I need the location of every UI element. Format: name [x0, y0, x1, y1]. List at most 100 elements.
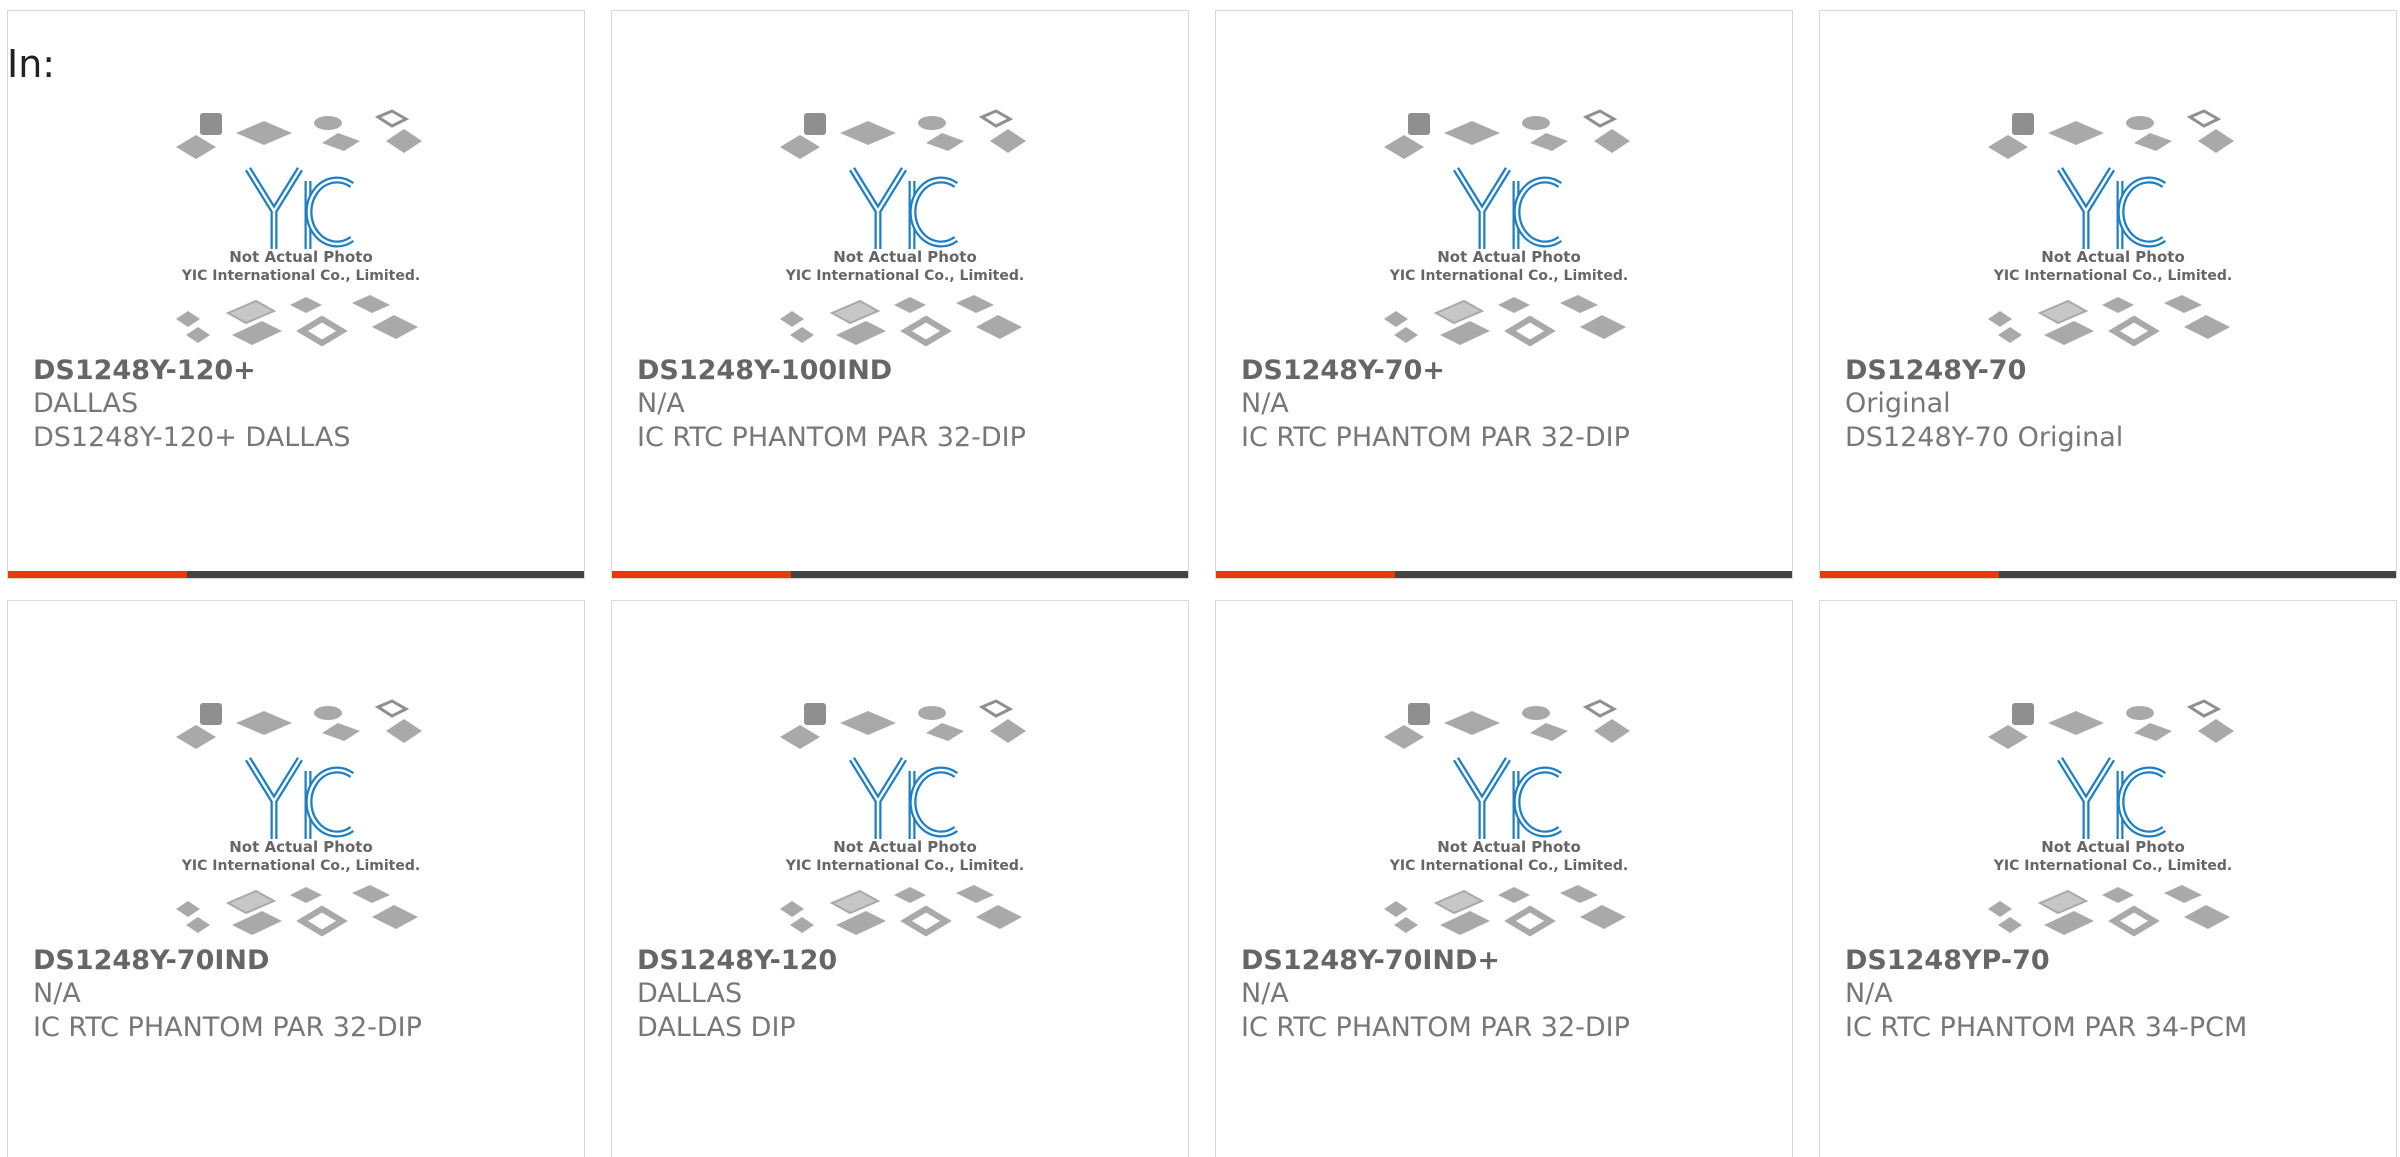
- product-card[interactable]: Not Actual Photo YIC International Co., L…: [611, 10, 1189, 579]
- not-actual-photo-label: Not Actual Photo: [1437, 248, 1581, 266]
- chip-icon: [1522, 116, 1550, 130]
- chip-icon: [2164, 885, 2202, 903]
- product-part-number: DS1248Y-70: [1845, 355, 2027, 386]
- chip-icon: [225, 889, 277, 915]
- chip-icon: [894, 887, 926, 903]
- product-card[interactable]: Not Actual Photo YIC International Co., L…: [1819, 600, 2397, 1157]
- chip-icon: [374, 699, 410, 718]
- product-manufacturer: N/A: [33, 978, 81, 1009]
- chip-icon: [1394, 917, 1418, 933]
- yic-logo-c-inner: [307, 768, 353, 836]
- chip-icon: [2037, 299, 2089, 325]
- chip-icon: [790, 917, 814, 933]
- product-card[interactable]: Not Actual Photo YIC International Co., L…: [1819, 10, 2397, 579]
- product-part-number: DS1248Y-120: [637, 945, 838, 976]
- yic-logo-y: [245, 757, 303, 805]
- chip-icon: [1530, 723, 1568, 741]
- chip-icon: [1384, 311, 1408, 327]
- chip-icon: [1560, 885, 1598, 903]
- chip-icon: [1594, 719, 1630, 743]
- product-photo-placeholder: Not Actual Photo YIC International Co., L…: [156, 689, 446, 945]
- chip-icon: [176, 725, 216, 749]
- chip-icon: [2126, 706, 2154, 720]
- chip-icon: [1444, 711, 1500, 735]
- company-name-label: YIC International Co., Limited.: [1993, 858, 2232, 874]
- chip-icon: [1522, 706, 1550, 720]
- not-actual-photo-label: Not Actual Photo: [833, 838, 977, 856]
- product-photo-placeholder: Not Actual Photo YIC International Co., L…: [1968, 99, 2258, 355]
- chip-icon: [322, 723, 360, 741]
- chip-icon: [1433, 299, 1485, 325]
- chip-icon: [232, 321, 282, 345]
- chip-icon: [236, 121, 292, 145]
- chip-icon: [804, 703, 826, 725]
- chip-icon: [296, 905, 348, 937]
- chip-icon: [780, 725, 820, 749]
- chip-icon: [1504, 905, 1556, 937]
- chip-icon: [1594, 129, 1630, 153]
- chip-icon: [1582, 109, 1618, 128]
- product-manufacturer: Original: [1845, 388, 1951, 419]
- chip-icon: [978, 109, 1014, 128]
- chip-icon: [1444, 121, 1500, 145]
- product-card[interactable]: Not Actual Photo YIC International Co., L…: [1215, 10, 1793, 579]
- chip-icon: [829, 889, 881, 915]
- chip-icon: [1498, 297, 1530, 313]
- chip-icon: [314, 116, 342, 130]
- chip-icon: [1582, 699, 1618, 718]
- company-name-label: YIC International Co., Limited.: [785, 858, 1024, 874]
- chip-icon: [2037, 889, 2089, 915]
- chip-icon: [976, 315, 1022, 339]
- chip-icon: [900, 315, 952, 347]
- chip-icon: [322, 133, 360, 151]
- chip-icon: [1498, 887, 1530, 903]
- card-hover-bar: [1820, 571, 2396, 578]
- chip-icon: [176, 135, 216, 159]
- chip-icon: [296, 315, 348, 347]
- chip-icon: [2012, 703, 2034, 725]
- yic-logo-y: [245, 167, 303, 215]
- chip-icon: [900, 905, 952, 937]
- chip-icon: [386, 129, 422, 153]
- yic-logo-c-inner: [2119, 178, 2165, 246]
- product-photo-placeholder: Not Actual Photo YIC International Co., L…: [1364, 99, 1654, 355]
- product-manufacturer: N/A: [1241, 388, 1289, 419]
- chip-icon: [236, 711, 292, 735]
- product-part-number: DS1248Y-70+: [1241, 355, 1445, 386]
- chip-icon: [2102, 887, 2134, 903]
- chip-icon: [836, 321, 886, 345]
- chip-icon: [290, 887, 322, 903]
- chip-icon: [1384, 135, 1424, 159]
- product-description: DS1248Y-70 Original: [1845, 422, 2124, 453]
- product-card[interactable]: Not Actual Photo YIC International Co., L…: [1215, 600, 1793, 1157]
- chip-icon: [990, 719, 1026, 743]
- chip-icon: [1440, 911, 1490, 935]
- product-card[interactable]: Not Actual Photo YIC International Co., L…: [7, 600, 585, 1157]
- chip-icon: [1384, 901, 1408, 917]
- chip-icon: [372, 315, 418, 339]
- chip-icon: [829, 299, 881, 325]
- chip-icon: [780, 901, 804, 917]
- product-card[interactable]: Not Actual Photo YIC International Co., L…: [611, 600, 1189, 1157]
- chip-icon: [2012, 113, 2034, 135]
- product-manufacturer: DALLAS: [637, 978, 743, 1009]
- chip-icon: [1530, 133, 1568, 151]
- chip-icon: [186, 917, 210, 933]
- company-name-label: YIC International Co., Limited.: [1389, 858, 1628, 874]
- product-grid-page: In: Not Actual Photo YIC International Co…: [0, 0, 2400, 1157]
- not-actual-photo-label: Not Actual Photo: [2041, 838, 2185, 856]
- product-description: DS1248Y-120+ DALLAS: [33, 422, 351, 453]
- chip-icon: [1988, 901, 2012, 917]
- chip-icon: [1998, 917, 2022, 933]
- chip-icon: [2164, 295, 2202, 313]
- chip-icon: [386, 719, 422, 743]
- product-manufacturer: N/A: [1845, 978, 1893, 1009]
- chip-icon: [314, 706, 342, 720]
- chip-icon: [2048, 711, 2104, 735]
- card-hover-bar: [1216, 571, 1792, 578]
- chip-icon: [2102, 297, 2134, 313]
- chip-icon: [1988, 135, 2028, 159]
- chip-icon: [176, 311, 200, 327]
- product-part-number: DS1248Y-120+: [33, 355, 256, 386]
- product-card[interactable]: Not Actual Photo YIC International Co., L…: [7, 10, 585, 579]
